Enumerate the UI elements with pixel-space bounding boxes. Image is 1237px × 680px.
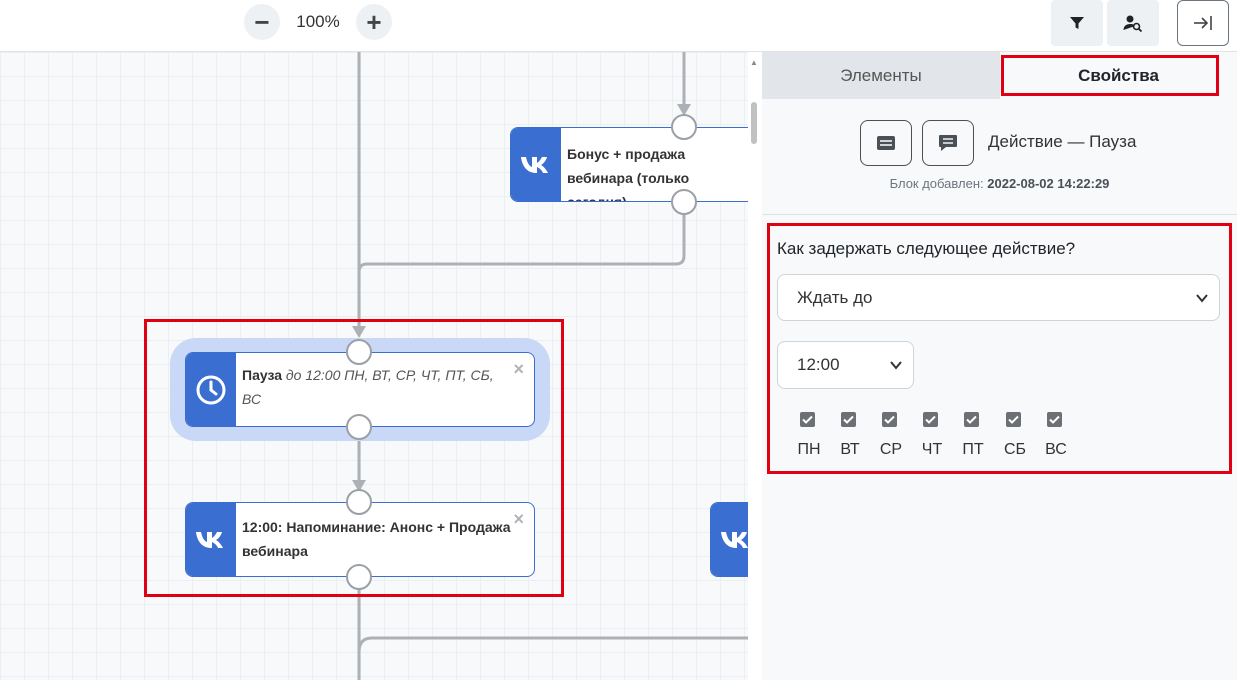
flow-node-partial[interactable] — [710, 502, 748, 577]
edit-block-button[interactable] — [860, 120, 912, 166]
collapse-panel-button[interactable] — [1177, 0, 1229, 46]
scrollbar-thumb[interactable] — [751, 102, 757, 144]
user-search-icon — [1123, 15, 1143, 32]
flow-node-bonus[interactable]: Бонус + продажа вебинара (только сегодня… — [510, 127, 748, 202]
zoom-out-button[interactable]: − — [244, 4, 280, 40]
toolbar: − 100% + — [0, 0, 1237, 52]
text-block-icon — [877, 136, 895, 150]
divider — [762, 214, 1237, 215]
zoom-level: 100% — [296, 12, 340, 31]
tab-elements[interactable]: Элементы — [762, 52, 1000, 99]
highlight-box — [144, 319, 564, 597]
output-port[interactable] — [671, 189, 697, 215]
added-timestamp: 2022-08-02 14:22:29 — [987, 176, 1110, 191]
vk-icon — [521, 156, 548, 173]
scroll-up-icon[interactable]: ▲ — [750, 58, 758, 67]
highlight-box — [767, 223, 1232, 474]
action-title: Действие — Пауза — [988, 132, 1137, 151]
input-port[interactable] — [671, 114, 697, 140]
filter-icon — [1070, 17, 1084, 29]
highlight-box — [1001, 55, 1219, 96]
comment-button[interactable] — [922, 120, 974, 166]
vk-icon-area — [711, 503, 748, 576]
minus-icon: − — [254, 7, 270, 37]
zoom-in-button[interactable]: + — [356, 4, 392, 40]
filter-button[interactable] — [1051, 0, 1103, 46]
node-title: Бонус + продажа вебинара (только сегодня… — [567, 146, 690, 202]
added-label: Блок добавлен: — [889, 176, 984, 191]
flow-canvas[interactable]: Бонус + продажа вебинара (только сегодня… — [0, 52, 748, 680]
user-search-button[interactable] — [1107, 0, 1159, 46]
canvas-scrollbar[interactable]: ▲ — [750, 58, 758, 680]
properties-panel: Элементы Свойства Действие — Пауза Блок … — [762, 52, 1237, 680]
vk-icon-area — [511, 128, 561, 201]
comment-icon — [939, 135, 957, 151]
block-added-info: Блок добавлен: 2022-08-02 14:22:29 — [762, 176, 1237, 191]
vk-icon — [721, 531, 748, 548]
plus-icon: + — [366, 7, 382, 37]
arrow-to-right-icon — [1194, 16, 1212, 30]
